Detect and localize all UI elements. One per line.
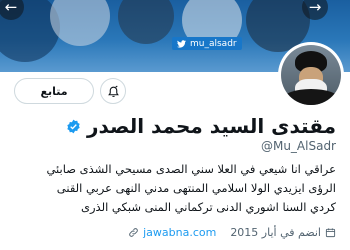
bio-line: الرؤى ايزيدي الولا اسلامي المنتهى مدني ا…: [56, 181, 336, 195]
profile-handle: @Mu_AlSadr: [260, 139, 336, 153]
following-button[interactable]: متابع: [14, 78, 94, 104]
website-link[interactable]: jawabna.com: [128, 226, 216, 239]
verified-badge-icon[interactable]: [66, 119, 81, 134]
following-label: متابع: [40, 84, 68, 98]
twitter-bird-icon: [177, 39, 186, 48]
forward-button[interactable]: →: [302, 0, 328, 20]
avatar-image: [281, 45, 341, 105]
joined-text: انضم في أيار 2015: [230, 225, 321, 239]
avatar[interactable]: [278, 42, 344, 108]
calendar-icon: [325, 227, 336, 237]
banner-handle-text: mu_alsadr: [190, 38, 237, 49]
display-name: مقتدى السيد محمد الصدر: [86, 114, 336, 138]
notifications-button[interactable]: [100, 78, 126, 104]
bio-line: عراقي انا شيعي في العلا سني الصدى مسيحي …: [46, 162, 336, 176]
banner-figure: [50, 0, 110, 46]
back-arrow-icon: ←: [4, 0, 18, 16]
banner-figure: [118, 0, 174, 44]
banner-handle-tag: mu_alsadr: [172, 37, 242, 50]
profile-bio: عراقي انا شيعي في العلا سني الصدى مسيحي …: [11, 160, 336, 217]
profile-meta: jawabna.com انضم في أيار 2015: [0, 223, 336, 241]
bio-line: كردي السنا اشوري الدنى تركماني المنى شبك…: [80, 200, 336, 214]
website-text[interactable]: jawabna.com: [143, 226, 216, 239]
notification-bell-icon: [107, 85, 119, 97]
link-icon: [129, 227, 138, 237]
profile-name-row: مقتدى السيد محمد الصدر: [66, 114, 336, 138]
forward-arrow-icon: →: [308, 0, 322, 16]
joined-date: انضم في أيار 2015: [230, 226, 336, 239]
